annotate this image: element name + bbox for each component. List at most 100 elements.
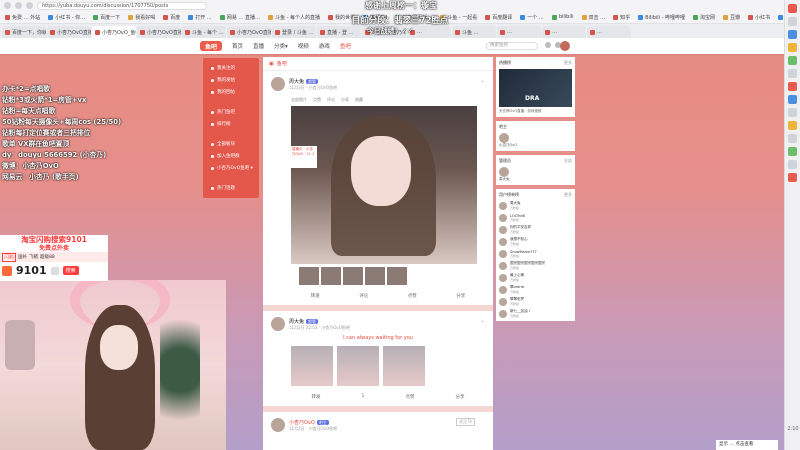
list-item[interactable]: 国宗国宗国宗国宗国宗 万粉级 — [499, 261, 572, 270]
menu-item[interactable]: 我的发帖 — [203, 74, 259, 86]
nav-item-active[interactable]: 鱼吧 — [340, 42, 351, 50]
app-icon[interactable] — [788, 134, 797, 143]
app-icon[interactable] — [788, 95, 797, 104]
toolbar-item[interactable]: 评论 — [327, 97, 335, 103]
thumbnail[interactable] — [321, 267, 341, 285]
menu-item[interactable]: 排行榜 — [203, 118, 259, 130]
thumbnail[interactable] — [343, 267, 363, 285]
list-item[interactable]: 新七__加油 ♪ 万粉级 — [499, 309, 572, 318]
thumbnail[interactable] — [387, 267, 407, 285]
dot-icon — [211, 66, 214, 70]
menu-item[interactable]: 我的回帖 — [203, 86, 259, 98]
search-input[interactable]: 搜索鱼吧 — [486, 42, 538, 50]
app-icon[interactable] — [788, 108, 797, 117]
avatar[interactable] — [560, 41, 570, 51]
forward-button[interactable]: 分享 — [455, 394, 464, 400]
menu-item[interactable]: 加入鱼吧群 — [203, 150, 259, 162]
post-author[interactable]: 周大兔 — [289, 79, 304, 85]
menu-item[interactable]: 热门话题 — [203, 182, 259, 194]
ad-tags: 闪购 国补 飞猪 超级88 — [0, 252, 108, 262]
list-item[interactable]: 我想不知心 万粉级 — [499, 237, 572, 246]
post-image[interactable]: 直播中 · 小杏乃OvO · 11.1 — [291, 106, 477, 264]
fan-level: 万粉级 — [510, 314, 520, 318]
list-item[interactable]: 周大兔 万粉级 — [499, 201, 572, 210]
rule-line: 钻粉=每天点唱歌 — [2, 107, 56, 115]
dot-icon — [211, 78, 214, 82]
nav-item[interactable]: 直播 — [253, 42, 264, 50]
post-actions: 转发 1 点赞 分享 — [271, 386, 485, 402]
message-icon[interactable] — [545, 42, 551, 48]
share-button[interactable]: 转发 — [312, 394, 321, 400]
like-button[interactable]: 点赞 — [408, 293, 417, 299]
nav-item[interactable]: 游戏 — [319, 42, 330, 50]
avatar[interactable] — [271, 418, 285, 432]
more-link[interactable]: 更多 — [564, 60, 572, 66]
more-link[interactable]: 更多 — [564, 192, 572, 198]
dot-icon — [211, 154, 214, 158]
post-image[interactable] — [337, 346, 379, 386]
thumbnail[interactable] — [299, 267, 319, 285]
fan-level: 万粉级 — [510, 217, 520, 222]
list-item[interactable]: 翠翠彩梦 万粉级 — [499, 297, 572, 306]
app-icon[interactable] — [788, 147, 797, 156]
toolbar-item[interactable]: 点赞 — [313, 97, 321, 103]
fish-icon: ▣ — [269, 60, 274, 67]
avatar[interactable] — [271, 77, 285, 91]
post-author[interactable]: 周大兔 — [289, 319, 304, 325]
menu-item[interactable]: 热门鱼吧 — [203, 106, 259, 118]
avatar[interactable] — [271, 317, 285, 331]
thumbnail[interactable] — [365, 267, 385, 285]
app-icon[interactable] — [788, 56, 797, 65]
list-item[interactable]: SnowMarke777 万粉级 — [499, 249, 572, 258]
list-item[interactable]: 翠drdrdr 万粉级 — [499, 285, 572, 294]
rule-line: 微博：小杏乃OvO — [2, 162, 59, 170]
clock: 2:10 — [787, 426, 799, 432]
menu-item[interactable]: 我关注的 — [203, 62, 259, 74]
floating-bar[interactable]: 显示 … 点击查看 — [716, 440, 778, 450]
manager-name[interactable]: 周大兔 — [499, 177, 572, 182]
follow-button[interactable]: 关注TA — [456, 418, 475, 426]
avatar — [499, 297, 507, 306]
nav-item[interactable]: 首页 — [232, 42, 243, 50]
fan-name: LOLTheB — [510, 213, 525, 218]
thumbnail-strip — [299, 267, 485, 285]
menu-item[interactable]: 小杏乃OvO鱼吧 ▾ — [203, 162, 259, 174]
app-icon[interactable] — [788, 82, 797, 91]
nav-item[interactable]: 分类▾ — [274, 42, 288, 50]
rule-line: 网易云：小杏乃 (歌手页) — [2, 173, 79, 181]
toolbar-item[interactable]: 分享 — [341, 97, 349, 103]
comment-button[interactable]: 评论 — [359, 293, 368, 299]
avatar[interactable] — [499, 133, 509, 143]
comment-button[interactable]: 1 — [362, 394, 365, 400]
like-button[interactable]: 点赞 — [405, 394, 414, 400]
post-image[interactable] — [383, 346, 425, 386]
search-button[interactable]: 搜索 — [62, 266, 79, 275]
video-thumbnail[interactable]: DRA — [499, 69, 572, 107]
list-item[interactable]: 最上心情 万粉级 — [499, 273, 572, 282]
post-image[interactable] — [291, 346, 333, 386]
toolbar-item[interactable]: 收藏 — [355, 97, 363, 103]
owner-name[interactable]: 小杏乃OvO — [499, 143, 572, 148]
site-logo[interactable]: 鱼吧 — [200, 41, 222, 51]
share-button[interactable]: 转发 — [311, 293, 320, 299]
list-item[interactable]: 你的平安吉祥 万粉级 — [499, 225, 572, 234]
app-icon[interactable] — [788, 121, 797, 130]
app-icon[interactable] — [788, 69, 797, 78]
chevron-down-icon[interactable]: ⌄ — [480, 77, 485, 84]
more-link[interactable]: 全部 — [564, 158, 572, 164]
ad-title: 淘宝闪购搜索9101 — [0, 235, 108, 245]
chevron-down-icon[interactable]: ⌄ — [480, 317, 485, 324]
toolbar-item[interactable]: 全部图片 — [291, 97, 307, 103]
app-icon[interactable] — [788, 43, 797, 52]
post-author[interactable]: 小杏乃OvO — [289, 420, 315, 426]
list-item[interactable]: LOLTheB 万粉级 — [499, 213, 572, 222]
ad-banner[interactable]: 淘宝闪购搜索9101 免费点外卖 闪购 国补 飞猪 超级88 9101 搜索 — [0, 235, 108, 281]
app-icon[interactable] — [788, 160, 797, 169]
app-icon[interactable] — [788, 173, 797, 182]
nav-item[interactable]: 视频 — [298, 42, 309, 50]
menu-item[interactable]: 全部板块 — [203, 138, 259, 150]
fan-level: 万粉级 — [510, 230, 520, 234]
avatar[interactable] — [499, 167, 509, 177]
forward-button[interactable]: 分享 — [456, 293, 465, 299]
fan-level: 万粉级 — [510, 242, 520, 246]
